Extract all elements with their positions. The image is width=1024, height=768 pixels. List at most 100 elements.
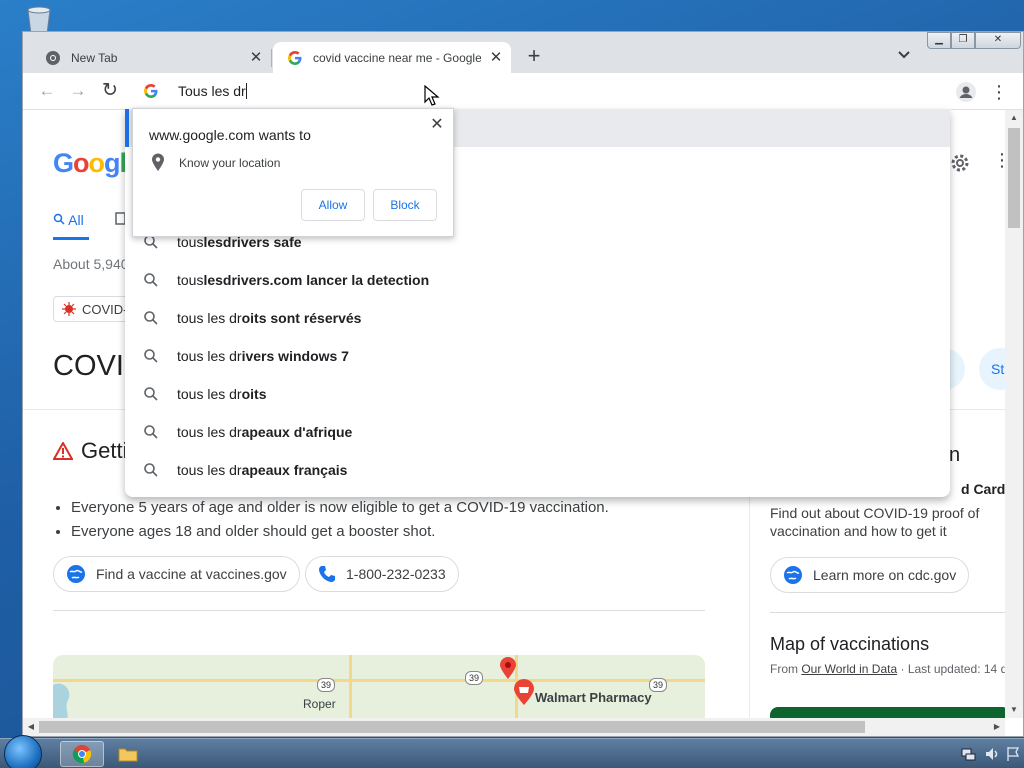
suggestion-item[interactable]: tous les drapeaux français [125, 451, 950, 489]
tab-strip: New Tab ✕ covid vaccine near me - Google… [23, 32, 1023, 73]
suggestion-item[interactable]: tous les droits [125, 375, 950, 413]
maximize-button[interactable]: ❐ [951, 32, 975, 49]
scroll-right-icon[interactable]: ▶ [989, 718, 1005, 736]
suggestion-completion: oits [241, 386, 267, 402]
globe-icon [67, 565, 85, 583]
recycle-bin-icon[interactable] [22, 6, 56, 34]
map-road [53, 679, 705, 682]
section-title: Getti [53, 438, 127, 464]
location-pin-icon [152, 153, 164, 171]
highlight-indicator [125, 109, 129, 147]
find-vaccine-label: Find a vaccine at vaccines.gov [96, 566, 287, 582]
forward-button[interactable]: → [66, 80, 90, 104]
card-description: Find out about COVID-19 proof of vaccina… [770, 505, 980, 539]
scroll-thumb[interactable] [1008, 128, 1020, 228]
suggestion-item[interactable]: tous les droits sont réservés [125, 299, 950, 337]
suggestion-item[interactable]: touslesdrivers.com lancer la detection [125, 261, 950, 299]
stat-circle[interactable]: St [979, 348, 1005, 390]
browser-menu-button[interactable]: ⋮ [989, 81, 1009, 103]
taskbar-explorer[interactable] [106, 741, 150, 767]
tab-title: New Tab [71, 50, 118, 65]
vaccine-map[interactable]: 39 39 39 Roper Walmart Pharmacy [53, 655, 705, 718]
location-permission-dialog: www.google.com wants to ✕ Know your loca… [132, 108, 454, 237]
chrome-icon [72, 745, 92, 764]
vaccination-map-preview[interactable] [770, 707, 1005, 718]
vertical-scrollbar[interactable]: ▲ ▼ [1005, 110, 1023, 718]
learn-more-button[interactable]: Learn more on cdc.gov [770, 557, 970, 593]
horizontal-scrollbar[interactable]: ◀ ▶ [23, 718, 1005, 736]
search-icon [144, 387, 158, 401]
scroll-thumb[interactable] [39, 721, 865, 733]
route-shield: 39 [317, 678, 335, 692]
profile-icon[interactable] [956, 82, 976, 102]
phone-label: 1-800-232-0233 [346, 566, 446, 582]
browser-toolbar: ← → ↻ Tous les dr ⋮ [23, 73, 1023, 110]
scroll-down-icon[interactable]: ▼ [1005, 702, 1023, 718]
suggestion-text: tous les drivers windows 7 [177, 348, 349, 364]
source-link[interactable]: Our World in Data [801, 662, 897, 676]
suggestion-completion: oits sont réservés [241, 310, 362, 326]
map-place-label: Roper [303, 697, 336, 711]
taskbar [0, 735, 1024, 768]
suggestion-text: tous les droits sont réservés [177, 310, 361, 326]
section-title-text: Getti [81, 438, 128, 463]
suggestion-completion: ivers windows 7 [241, 348, 349, 364]
eligibility-list: Everyone 5 years of age and older is now… [53, 496, 609, 544]
omnibox-input[interactable]: Tous les dr [178, 83, 247, 99]
pharmacy-pin-icon[interactable] [513, 679, 535, 705]
chrome-icon [46, 50, 60, 65]
back-button[interactable]: ← [35, 80, 59, 104]
google-g-icon [144, 84, 158, 98]
map-road [349, 655, 352, 718]
last-updated: · Last updated: 14 d [897, 662, 1005, 676]
new-tab-button[interactable]: + [523, 45, 545, 68]
divider [770, 612, 1005, 613]
right-panel-heading: n [949, 444, 961, 466]
minimize-button[interactable]: ▁ [927, 32, 951, 49]
suggestion-completion: apeaux d'afrique [241, 424, 353, 440]
suggestion-text: tous les droits [177, 386, 266, 402]
close-icon[interactable]: ✕ [247, 48, 265, 66]
tab-all[interactable]: All [53, 212, 84, 228]
suggestion-prefix: tous les dr [177, 424, 242, 440]
scroll-left-icon[interactable]: ◀ [23, 718, 39, 736]
logo-letter: o [73, 148, 89, 178]
window-close-button[interactable]: ✕ [975, 32, 1021, 49]
find-vaccine-button[interactable]: Find a vaccine at vaccines.gov [53, 556, 300, 592]
tab-new-tab[interactable]: New Tab ✕ [31, 42, 271, 73]
tab-google-search[interactable]: covid vaccine near me - Google Search ✕ [273, 42, 511, 73]
search-icon [144, 349, 158, 363]
network-icon[interactable] [960, 746, 976, 762]
reload-button[interactable]: ↻ [98, 80, 122, 104]
omnibox-text: Tous les dr [178, 83, 246, 99]
search-icon [144, 311, 158, 325]
folder-icon [118, 748, 138, 762]
gear-icon[interactable] [949, 152, 971, 174]
close-icon[interactable]: ✕ [427, 115, 447, 135]
address-bar[interactable]: Tous les dr [127, 73, 951, 110]
taskbar-chrome[interactable] [60, 741, 104, 767]
allow-button[interactable]: Allow [301, 189, 365, 221]
suggestion-item[interactable]: tous les drapeaux d'afrique [125, 413, 950, 451]
phone-button[interactable]: 1-800-232-0233 [305, 556, 459, 592]
suggestion-text: tous les drapeaux d'afrique [177, 424, 352, 440]
start-button[interactable] [4, 735, 42, 768]
active-tab-indicator [53, 237, 89, 240]
flag-icon[interactable] [1006, 746, 1020, 762]
suggestion-item[interactable]: tous les drivers windows 7 [125, 337, 950, 375]
suggestion-prefix: tous les dr [177, 348, 242, 364]
search-icon [53, 213, 65, 225]
apps-menu-icon[interactable]: ⋮ [993, 150, 1005, 171]
map-section-title: Map of vaccinations [770, 634, 930, 654]
block-button[interactable]: Block [373, 189, 437, 221]
chevron-down-icon [898, 51, 910, 59]
tab-search-button[interactable] [893, 46, 915, 68]
permission-title: www.google.com wants to [149, 127, 311, 143]
close-icon[interactable]: ✕ [487, 48, 505, 66]
suggestion-text: touslesdrivers.com lancer la detection [177, 272, 429, 288]
scroll-up-icon[interactable]: ▲ [1005, 110, 1023, 126]
volume-icon[interactable] [984, 746, 1000, 762]
route-shield: 39 [465, 671, 483, 685]
suggestion-prefix: tous les dr [177, 462, 242, 478]
map-pin-icon[interactable] [499, 657, 517, 679]
